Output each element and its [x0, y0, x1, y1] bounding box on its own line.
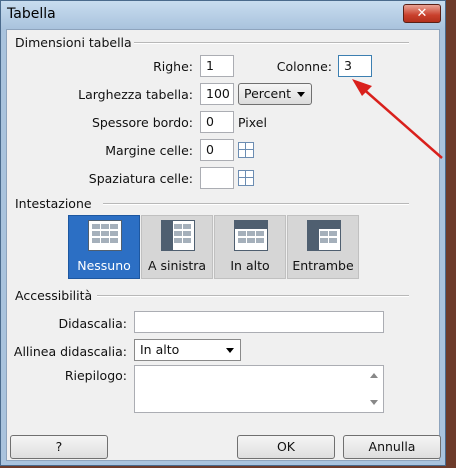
cancel-button[interactable]: Annulla — [343, 435, 441, 459]
section-header-label: Intestazione — [15, 196, 92, 211]
section-dimensions-label: Dimensioni tabella — [15, 35, 132, 50]
caption-align-label: Allinea didascalia: — [13, 344, 127, 359]
caption-label: Didascalia: — [58, 316, 127, 331]
cell-spacing-label: Spaziatura celle: — [88, 171, 193, 186]
cell-spacing-grid-icon — [238, 170, 254, 186]
columns-input[interactable]: 3 — [338, 55, 372, 77]
width-unit-select[interactable]: Percent — [238, 83, 312, 105]
scroll-down-icon[interactable] — [370, 400, 378, 405]
border-unit-label: Pixel — [238, 115, 267, 130]
dialog-body: Dimensioni tabella Righe: 1 Colonne: 3 L… — [6, 29, 441, 461]
table-both-header-icon — [307, 220, 341, 251]
caption-input[interactable] — [134, 311, 384, 333]
table-width-label: Larghezza tabella: — [78, 87, 193, 102]
summary-scrollbar[interactable] — [366, 366, 383, 412]
section-divider — [97, 295, 409, 297]
header-option-top-label: In alto — [230, 258, 270, 273]
chevron-down-icon — [226, 348, 234, 353]
table-width-input[interactable]: 100 — [200, 83, 234, 105]
header-option-none-label: Nessuno — [77, 258, 131, 273]
rows-label: Righe: — [153, 59, 193, 74]
header-option-left-label: A sinistra — [147, 258, 207, 273]
table-none-icon — [88, 220, 122, 251]
cell-padding-input[interactable]: 0 — [200, 139, 234, 161]
cell-padding-grid-icon — [238, 142, 254, 158]
section-divider — [103, 203, 409, 205]
ok-button[interactable]: OK — [237, 435, 335, 459]
window-title: Tabella — [7, 6, 56, 22]
caption-align-value: In alto — [140, 342, 180, 357]
help-button[interactable]: ? — [10, 435, 108, 459]
close-icon: ✕ — [416, 6, 428, 21]
dialog-window: Tabella ✕ Dimensioni tabella Righe: 1 Co… — [0, 0, 446, 466]
section-divider — [134, 42, 409, 44]
scroll-up-icon[interactable] — [370, 373, 378, 378]
header-option-top[interactable]: In alto — [214, 215, 286, 279]
table-left-header-icon — [161, 220, 195, 251]
border-thickness-label: Spessore bordo: — [91, 115, 193, 130]
cell-spacing-input[interactable] — [200, 167, 234, 189]
width-unit-value: Percent — [244, 86, 292, 101]
columns-label: Colonne: — [276, 59, 332, 74]
title-bar: Tabella ✕ — [1, 1, 445, 29]
caption-align-select[interactable]: In alto — [134, 339, 241, 361]
header-option-left[interactable]: A sinistra — [141, 215, 213, 279]
section-accessibility-label: Accessibilità — [15, 288, 93, 303]
header-option-both-label: Entrambe — [292, 258, 354, 273]
header-option-both[interactable]: Entrambe — [287, 215, 359, 279]
table-top-header-icon — [234, 220, 268, 251]
summary-textarea[interactable] — [134, 365, 384, 413]
chevron-down-icon — [297, 92, 305, 97]
summary-label: Riepilogo: — [64, 368, 127, 383]
header-option-none[interactable]: Nessuno — [68, 215, 140, 279]
border-thickness-input[interactable]: 0 — [200, 111, 234, 133]
cell-padding-label: Margine celle: — [105, 143, 193, 158]
close-button[interactable]: ✕ — [403, 4, 441, 23]
rows-input[interactable]: 1 — [200, 55, 234, 77]
